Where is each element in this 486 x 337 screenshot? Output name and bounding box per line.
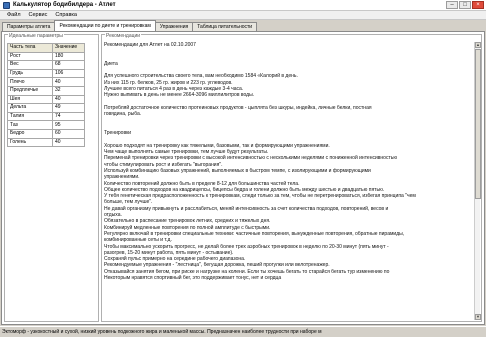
value-cell[interactable]: 60: [52, 128, 85, 139]
body-part-cell[interactable]: Бедро: [7, 128, 53, 139]
ideal-params-table: Часть тела Значение Рост 180 Вес 68 Грудь 106…: [7, 43, 85, 148]
body-part-cell[interactable]: Вес: [7, 60, 53, 70]
body-part-cell[interactable]: Грудь: [7, 68, 53, 79]
window-controls: – □ ×: [446, 1, 484, 9]
table-row[interactable]: Талия 74: [7, 111, 85, 122]
menu-file[interactable]: Файл: [3, 12, 25, 18]
scroll-up-arrow-icon[interactable]: ▲: [475, 42, 481, 48]
value-cell[interactable]: 40: [52, 137, 85, 148]
value-cell[interactable]: 180: [52, 51, 85, 62]
menu-help[interactable]: Справка: [51, 12, 81, 18]
value-cell[interactable]: 74: [52, 111, 85, 122]
table-header-row: Часть тела Значение: [7, 43, 85, 53]
report-line: Некоторым нравятся спортивный бег, это п…: [104, 274, 282, 281]
table-row[interactable]: Дельта 49: [7, 103, 85, 113]
value-cell[interactable]: 40: [52, 77, 85, 87]
scroll-thumb[interactable]: [475, 49, 481, 199]
title-bar: Калькулятор бодибилдера - Атлет – □ ×: [0, 0, 486, 11]
body-part-cell[interactable]: Таз: [7, 120, 53, 130]
table-row[interactable]: Вес 68: [7, 60, 85, 70]
tab-bar: Параметры атлета Рекомендации по диете и…: [0, 20, 486, 31]
close-button[interactable]: ×: [472, 1, 484, 9]
table-row[interactable]: Таз 95: [7, 120, 85, 130]
recommendations-group: Рекомендации Рекомендации для Атлет на 0…: [101, 34, 482, 322]
body-part-cell[interactable]: Голень: [7, 137, 53, 148]
tab-panel: Идеальные параметры Часть тела Значение …: [1, 31, 485, 325]
table-row[interactable]: Грудь 106: [7, 68, 85, 79]
value-cell[interactable]: 106: [52, 68, 85, 79]
value-cell[interactable]: 95: [52, 120, 85, 130]
recommendations-text[interactable]: Рекомендации для Атлет на 02.10.2007 Диет…: [104, 42, 474, 320]
tab-nutrition-table[interactable]: Таблица питательности: [192, 22, 258, 31]
minimize-button[interactable]: –: [446, 1, 458, 9]
body-part-cell[interactable]: Плечо: [7, 77, 53, 87]
body-part-cell[interactable]: Предплечье: [7, 85, 53, 96]
status-bar: Эктоморф - узкокостный и сухой, низкий у…: [0, 326, 486, 337]
table-row[interactable]: Рост 180: [7, 51, 85, 62]
table-row[interactable]: Плечо 40: [7, 77, 85, 87]
body-part-cell[interactable]: Дельта: [7, 103, 53, 113]
body-part-cell[interactable]: Рост: [7, 51, 53, 62]
vertical-scrollbar[interactable]: ▲ ▼: [474, 42, 481, 320]
menu-bar: Файл Сервис Справка: [0, 11, 486, 20]
scroll-down-arrow-icon[interactable]: ▼: [475, 314, 481, 320]
window-title: Калькулятор бодибилдера - Атлет: [13, 2, 116, 8]
value-cell[interactable]: 49: [52, 103, 85, 113]
tab-exercises[interactable]: Упражнения: [154, 22, 194, 31]
value-cell[interactable]: 40: [52, 94, 85, 105]
value-cell[interactable]: 68: [52, 60, 85, 70]
tab-recommendations[interactable]: Рекомендации по диете и тренировкам: [54, 20, 156, 31]
ideal-params-group: Идеальные параметры Часть тела Значение …: [4, 34, 99, 322]
tab-athlete-params[interactable]: Параметры атлета: [2, 22, 56, 31]
body-part-cell[interactable]: Талия: [7, 111, 53, 122]
recommendations-label: Рекомендации: [105, 33, 142, 39]
ideal-params-label: Идеальные параметры: [8, 33, 64, 39]
table-row[interactable]: Предплечье 32: [7, 85, 85, 96]
table-row[interactable]: Бедро 60: [7, 128, 85, 139]
body-part-cell[interactable]: Шея: [7, 94, 53, 105]
table-row[interactable]: Голень 40: [7, 137, 85, 148]
menu-service[interactable]: Сервис: [25, 12, 52, 18]
table-row[interactable]: Шея 40: [7, 94, 85, 105]
column-header-body-part[interactable]: Часть тела: [7, 43, 53, 53]
column-header-value[interactable]: Значение: [52, 43, 85, 53]
value-cell[interactable]: 32: [52, 85, 85, 96]
app-icon: [3, 1, 10, 9]
maximize-button[interactable]: □: [459, 1, 471, 9]
